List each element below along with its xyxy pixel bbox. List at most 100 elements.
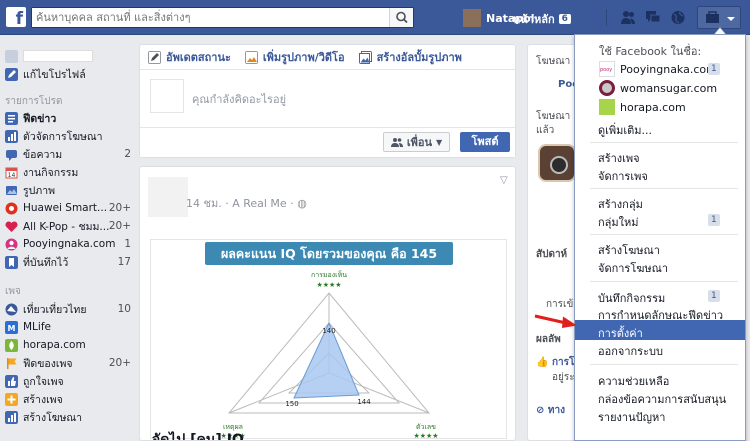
sidebar-item-create-ad[interactable]: สร้างโฆษณา (5, 408, 131, 426)
sidebar-item-create-page[interactable]: สร้างเพจ (5, 390, 131, 408)
search-input[interactable] (32, 8, 382, 27)
radar-stars-right: ★★★★ (413, 432, 438, 440)
menu-item-manage-ads[interactable]: จัดการโฆษณา (598, 259, 668, 277)
tab-label: เพิ่มรูปภาพ/วิดีโอ (262, 51, 345, 64)
kpop-page-icon (5, 220, 18, 232)
pencil-icon (148, 50, 161, 64)
chevron-down-icon: ▼ (435, 137, 443, 147)
tab-create-album[interactable]: สร้างอัลบั้มรูปภาพ (358, 48, 462, 66)
radar-value-left: 150 (285, 400, 298, 408)
pages-heading: เพจ (5, 286, 21, 297)
favorites-heading: รายการโปรด (5, 96, 63, 107)
radar-value-right: 144 (357, 398, 371, 406)
sidebar-item-messages[interactable]: ข้อความ 2 (5, 145, 131, 163)
menu-item-create-page[interactable]: สร้างเพจ (598, 149, 640, 167)
settings-menu-button[interactable] (697, 6, 741, 29)
calendar-icon: 14 (5, 167, 18, 179)
sidebar-item-pooyingnaka[interactable]: Pooyingnaka.com 1 (5, 235, 131, 253)
right-link[interactable]: 👍 การโ (536, 355, 574, 370)
menu-item-new-groups[interactable]: กลุ่มใหม่ (598, 213, 639, 231)
bar-chart-icon (5, 129, 18, 143)
menu-item-account-womansugar[interactable]: womansugar.com (599, 80, 717, 96)
menu-item-help[interactable]: ความช่วยเหลือ (598, 372, 669, 390)
right-label: อยู่ระ (552, 372, 575, 383)
menu-item-support-inbox[interactable]: กล่องข้อความการสนับสนุน (598, 390, 726, 408)
composer-footer: เพื่อน ▼ โพสต์ (140, 127, 515, 157)
home-link[interactable]: หน้าหลัก 6 (513, 10, 571, 28)
sidebar-item-pages-feed[interactable]: ฟีดของเพจ 20+ (5, 354, 131, 372)
menu-item-news-feed-preferences[interactable]: การกำหนดลักษณะฟีดข่าว (598, 306, 723, 324)
menu-item-create-group[interactable]: สร้างกลุ่ม (598, 195, 643, 213)
radar-label-top: การมองเห็น (311, 270, 347, 279)
photo-icon (244, 50, 258, 64)
menu-item-activity-log[interactable]: บันทึกกิจกรรม (598, 289, 665, 307)
sidebar-item-label: ตัวจัดการโฆษณา (23, 130, 103, 143)
menu-item-create-ad[interactable]: สร้างโฆษณา (598, 241, 660, 259)
composer-placeholder[interactable]: คุณกำลังคิดอะไรอยู่ (192, 90, 286, 108)
audience-label: เพื่อน (406, 136, 432, 149)
home-label: หน้าหลัก (513, 13, 555, 26)
chevron-down-icon[interactable]: ▽ (500, 175, 508, 186)
sidebar-item-mlife[interactable]: M MLife (5, 318, 131, 336)
sidebar-item-label: งานกิจกรรม (23, 166, 79, 179)
messages-icon[interactable] (645, 10, 661, 25)
sidebar-item-photos[interactable]: รูปภาพ (5, 181, 131, 199)
search-button[interactable] (389, 8, 413, 27)
right-link[interactable]: ⊘ ทาง (536, 403, 565, 418)
svg-text:14: 14 (8, 172, 16, 179)
post-button[interactable]: โพสต์ (460, 132, 510, 152)
menu-item-account-pooyingnaka[interactable]: pooy Pooyingnaka.com (599, 61, 717, 77)
menu-item-manage-pages[interactable]: จัดการเพจ (598, 167, 648, 185)
tab-add-photo-video[interactable]: เพิ่มรูปภาพ/วิดีโอ (244, 48, 345, 66)
audience-selector[interactable]: เพื่อน ▼ (383, 132, 450, 152)
menu-item-settings[interactable]: การตั้งค่า (598, 324, 643, 342)
avatar[interactable] (148, 177, 188, 217)
instagram-icon[interactable] (538, 144, 576, 182)
menu-divider (590, 188, 738, 189)
sidebar-item-label: ฟีดของเพจ (23, 357, 73, 370)
huawei-page-icon (5, 202, 18, 214)
friend-requests-icon[interactable] (620, 10, 636, 25)
search-box (31, 7, 414, 28)
mlife-page-icon: M (5, 320, 18, 334)
avatar (463, 9, 481, 27)
sponsored-subtext: แล้ว (536, 125, 555, 136)
sidebar-item-allkpop[interactable]: All K-Pop - ชมม... 20+ (5, 217, 131, 235)
flag-icon (7, 357, 17, 369)
sidebar-item-label: ข้อความ (23, 148, 63, 161)
sidebar-item-huawei[interactable]: Huawei Smart... 20+ (5, 199, 131, 217)
profile-row[interactable] (5, 47, 131, 65)
story-time-and-app: 14 ชม. · A Real Me · (186, 197, 298, 210)
menu-divider (590, 234, 738, 235)
news-feed-icon (5, 111, 18, 125)
edit-profile-link[interactable]: แก้ไขโปรไฟล์ (5, 65, 131, 83)
activity-log-badge: 1 (708, 290, 720, 302)
sidebar-item-label: ฟีดข่าว (23, 112, 57, 125)
sidebar-item-ads-manager[interactable]: ตัวจัดการโฆษณา (5, 127, 131, 145)
tab-update-status[interactable]: อัพเดตสถานะ (148, 48, 231, 66)
sidebar-item-events[interactable]: 14 งานกิจกรรม (5, 163, 131, 181)
sidebar-item-saved[interactable]: ที่บันทึกไว้ 17 (5, 253, 131, 271)
avatar (5, 49, 18, 63)
menu-item-log-out[interactable]: ออกจากระบบ (598, 342, 663, 360)
sidebar-item-horapa[interactable]: horapa.com (5, 336, 131, 354)
sidebar-item-count: 20+ (108, 357, 131, 369)
edit-profile-label: แก้ไขโปรไฟล์ (23, 68, 86, 81)
photos-icon (6, 185, 17, 195)
sidebar-item-tiew-thai[interactable]: เที่ยวเที่ยวไทย 10 (5, 300, 131, 318)
feed-story: 14 ชม. · A Real Me · ◍ ▽ ผลคะแนน IQ โดยร… (139, 166, 516, 441)
sponsored-heading: โฆษณา (536, 56, 571, 67)
sidebar-item-news-feed[interactable]: ฟีดข่าว (5, 109, 131, 127)
menu-divider (590, 364, 738, 365)
sidebar-item-like-pages[interactable]: ถูกใจเพจ (5, 372, 131, 390)
menu-item-report-problem[interactable]: รายงานปัญหา (598, 408, 665, 426)
sidebar-item-count: 1 (124, 238, 131, 250)
iq-result-image[interactable]: ผลคะแนน IQ โดยรวมของคุณ คือ 145 การมองเห… (150, 239, 507, 440)
notifications-globe-icon[interactable] (670, 10, 686, 25)
menu-item-see-more[interactable]: ดูเพิ่มเติม... (598, 121, 652, 139)
menu-item-account-horapa[interactable]: horapa.com (599, 99, 686, 115)
composer-body[interactable]: คุณกำลังคิดอะไรอยู่ (150, 79, 505, 119)
messages-icon (6, 149, 17, 161)
facebook-logo-icon[interactable]: f (6, 7, 26, 27)
sidebar-item-count: 17 (117, 256, 131, 268)
